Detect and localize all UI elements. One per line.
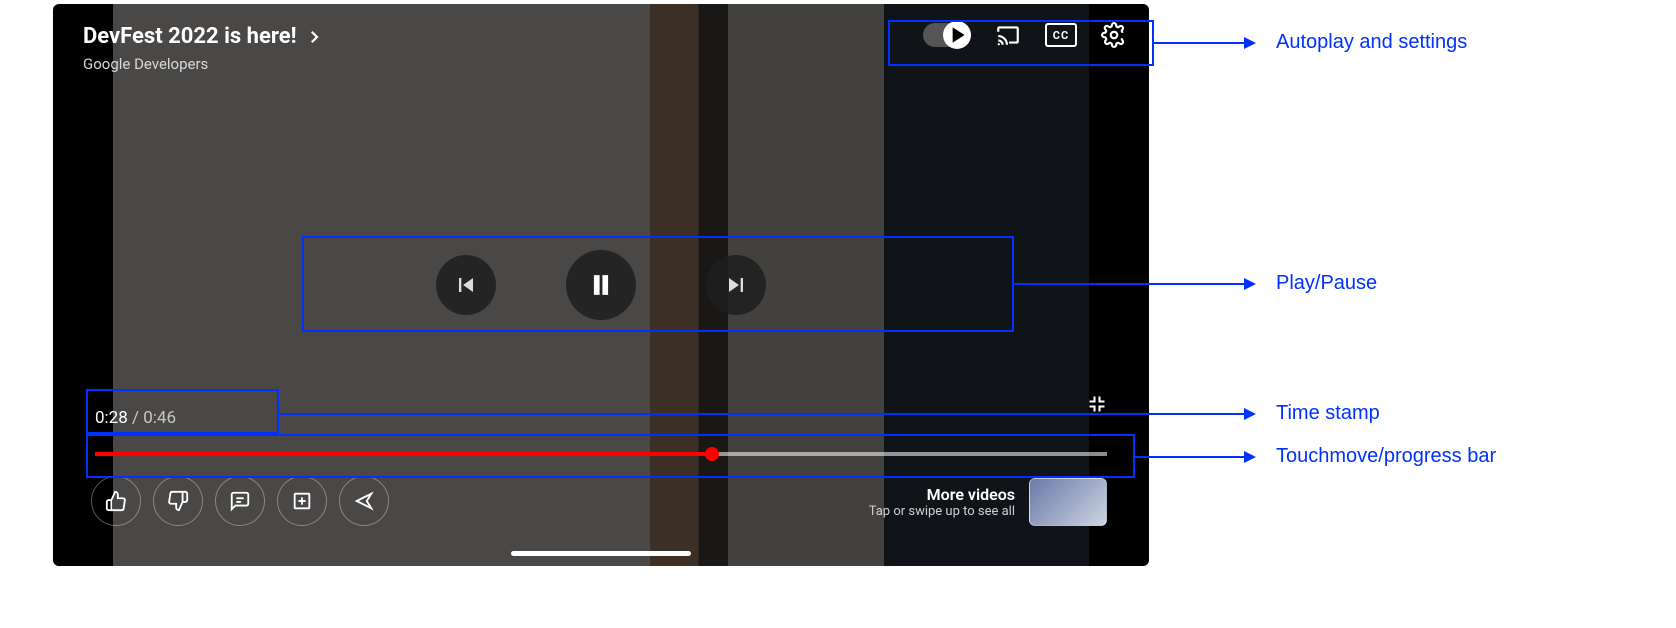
annotation-label-1: Autoplay and settings bbox=[1276, 31, 1467, 54]
gear-icon[interactable] bbox=[1101, 22, 1127, 48]
action-row bbox=[91, 476, 389, 526]
previous-button[interactable] bbox=[436, 255, 496, 315]
cast-icon[interactable] bbox=[995, 22, 1021, 48]
chevron-right-icon bbox=[305, 28, 323, 46]
top-right-controls: CC bbox=[923, 22, 1127, 48]
pause-icon bbox=[584, 268, 618, 302]
home-indicator bbox=[511, 551, 691, 556]
comments-button[interactable] bbox=[215, 476, 265, 526]
thumbs-down-icon bbox=[167, 490, 189, 512]
annotation-line-2 bbox=[1014, 283, 1254, 285]
more-videos-heading: More videos bbox=[869, 485, 1015, 504]
share-icon bbox=[353, 490, 375, 512]
skip-previous-icon bbox=[452, 271, 480, 299]
more-videos-thumbnail[interactable] bbox=[1029, 478, 1107, 526]
comment-icon bbox=[229, 490, 251, 512]
captions-button[interactable]: CC bbox=[1045, 23, 1077, 47]
annotation-line-3 bbox=[279, 413, 1254, 415]
time-current: 0:28 bbox=[95, 408, 128, 428]
play-icon bbox=[944, 22, 970, 48]
video-title: DevFest 2022 is here! bbox=[83, 24, 297, 49]
exit-fullscreen-icon bbox=[1087, 394, 1107, 414]
title-area[interactable]: DevFest 2022 is here! Google Developers bbox=[83, 24, 323, 73]
dislike-button[interactable] bbox=[153, 476, 203, 526]
center-controls bbox=[436, 250, 766, 320]
time-duration: 0:46 bbox=[143, 408, 176, 428]
autoplay-toggle[interactable] bbox=[923, 23, 971, 47]
progress-bar[interactable] bbox=[95, 452, 1107, 456]
annotation-label-2: Play/Pause bbox=[1276, 272, 1377, 295]
save-button[interactable] bbox=[277, 476, 327, 526]
annotation-label-4: Touchmove/progress bar bbox=[1276, 445, 1496, 468]
next-button[interactable] bbox=[706, 255, 766, 315]
progress-thumb[interactable] bbox=[705, 447, 719, 461]
video-player[interactable]: DevFest 2022 is here! Google Developers … bbox=[53, 4, 1149, 566]
thumbs-up-icon bbox=[105, 490, 127, 512]
skip-next-icon bbox=[722, 271, 750, 299]
annotation-line-4 bbox=[1135, 456, 1254, 458]
more-videos[interactable]: More videos Tap or swipe up to see all bbox=[869, 478, 1107, 526]
share-button[interactable] bbox=[339, 476, 389, 526]
annotation-line-1 bbox=[1154, 42, 1254, 44]
progress-played bbox=[95, 452, 712, 456]
timestamp: 0:28 / 0:46 bbox=[95, 408, 176, 428]
more-videos-subtext: Tap or swipe up to see all bbox=[869, 504, 1015, 519]
channel-name: Google Developers bbox=[83, 55, 323, 73]
add-to-playlist-icon bbox=[291, 490, 313, 512]
like-button[interactable] bbox=[91, 476, 141, 526]
pause-button[interactable] bbox=[566, 250, 636, 320]
annotation-label-3: Time stamp bbox=[1276, 402, 1380, 425]
